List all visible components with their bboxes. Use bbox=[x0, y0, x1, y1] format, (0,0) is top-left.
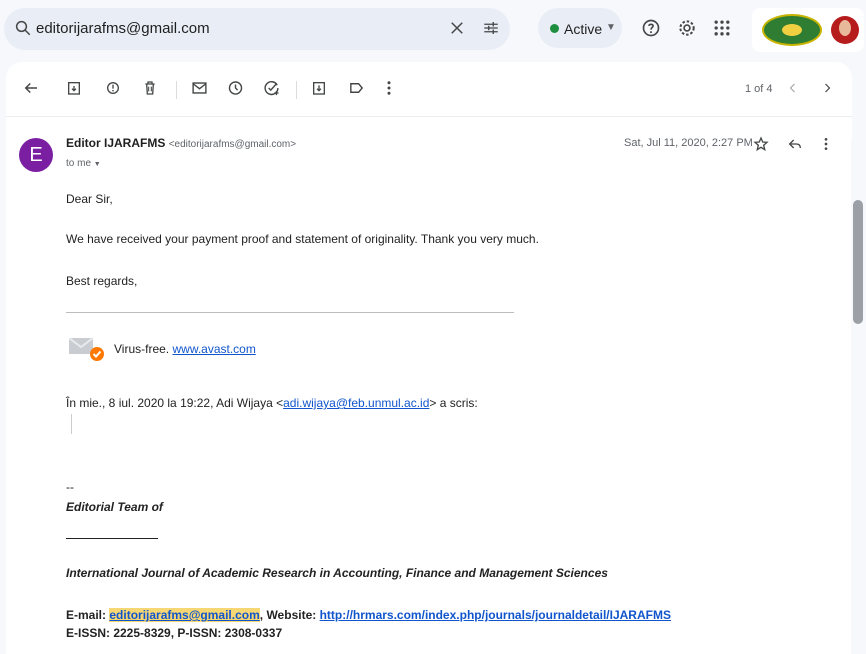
quote-intro-suffix: > a scris: bbox=[429, 396, 478, 410]
organization-logo[interactable] bbox=[762, 14, 822, 46]
scrollbar-thumb[interactable] bbox=[853, 200, 863, 324]
search-bar[interactable]: editorijarafms@gmail.com bbox=[4, 8, 510, 50]
back-arrow-icon[interactable] bbox=[22, 79, 40, 102]
reply-icon[interactable] bbox=[787, 136, 803, 157]
quote-intro-prefix: În mie., 8 iul. 2020 la 19:22, Adi Wijay… bbox=[66, 396, 284, 410]
quote-intro: În mie., 8 iul. 2020 la 19:22, Adi Wijay… bbox=[66, 396, 478, 410]
toolbar-divider bbox=[176, 81, 177, 99]
avast-mail-icon[interactable] bbox=[68, 332, 104, 361]
help-icon[interactable] bbox=[641, 18, 661, 43]
status-selector[interactable]: Active ▼ bbox=[538, 8, 622, 48]
signature-contact: E-mail: editorijarafms@gmail.com, Websit… bbox=[66, 608, 671, 622]
virus-free-text: Virus-free. bbox=[114, 342, 170, 356]
mark-unread-icon[interactable] bbox=[191, 79, 208, 102]
recipient-line[interactable]: to me ▼ bbox=[66, 158, 101, 169]
message-toolbar: 1 of 4 bbox=[6, 62, 852, 117]
signature-website-link[interactable]: http://hrmars.com/index.php/journals/jou… bbox=[320, 608, 671, 622]
chevron-right-icon[interactable] bbox=[821, 81, 833, 100]
divider bbox=[66, 312, 514, 313]
greeting-text: Dear Sir, bbox=[66, 192, 113, 206]
signature-issn: E-ISSN: 2225-8329, P-ISSN: 2308-0337 bbox=[66, 626, 283, 640]
sender-name[interactable]: Editor IJARAFMS bbox=[66, 136, 165, 150]
chevron-down-icon[interactable]: ▼ bbox=[94, 161, 101, 168]
search-options-icon[interactable] bbox=[482, 19, 500, 42]
account-area[interactable] bbox=[752, 8, 864, 52]
quote-email-link[interactable]: adi.wijaya@feb.unmul.ac.id bbox=[283, 396, 429, 410]
top-bar: editorijarafms@gmail.com Active ▼ bbox=[0, 0, 866, 56]
clear-search-icon[interactable] bbox=[448, 19, 466, 42]
recipient-label: to me bbox=[66, 158, 92, 169]
apps-grid-icon[interactable] bbox=[712, 18, 732, 43]
quote-bar bbox=[71, 414, 72, 434]
gear-icon[interactable] bbox=[677, 18, 697, 43]
status-label: Active bbox=[564, 21, 603, 37]
sender-avatar[interactable]: E bbox=[19, 138, 53, 172]
snooze-clock-icon[interactable] bbox=[227, 79, 244, 102]
message-panel: 1 of 4 E Editor IJARAFMS <editorijarafms… bbox=[6, 62, 852, 654]
signature-email-label: E-mail: bbox=[66, 608, 107, 622]
add-task-icon[interactable] bbox=[263, 79, 280, 102]
signature-team: Editorial Team of bbox=[66, 500, 163, 514]
scrollbar[interactable] bbox=[851, 140, 866, 654]
more-vertical-icon[interactable] bbox=[384, 79, 394, 102]
avatar[interactable] bbox=[831, 16, 859, 44]
sender-address: <editorijarafms@gmail.com> bbox=[168, 139, 297, 150]
avast-link[interactable]: www.avast.com bbox=[172, 342, 255, 356]
body-paragraph: We have received your payment proof and … bbox=[66, 232, 539, 246]
status-dot-icon bbox=[550, 24, 559, 33]
move-to-icon[interactable] bbox=[311, 79, 327, 102]
signature-website-label: , Website: bbox=[259, 608, 317, 622]
toolbar-divider bbox=[296, 81, 297, 99]
search-icon[interactable] bbox=[14, 19, 32, 42]
signoff-text: Best regards, bbox=[66, 274, 138, 288]
signature-email-link[interactable]: editorijarafms@gmail.com bbox=[109, 608, 260, 622]
email-date: Sat, Jul 11, 2020, 2:27 PM bbox=[624, 137, 753, 149]
signature-divider bbox=[66, 538, 158, 539]
trash-icon[interactable] bbox=[142, 79, 158, 102]
chevron-down-icon: ▼ bbox=[606, 22, 616, 33]
archive-icon[interactable] bbox=[66, 79, 82, 102]
pagination-count: 1 of 4 bbox=[745, 83, 773, 95]
report-spam-icon[interactable] bbox=[105, 79, 121, 102]
sender-line: Editor IJARAFMS <editorijarafms@gmail.co… bbox=[66, 136, 296, 150]
star-icon[interactable] bbox=[753, 136, 769, 157]
signature-journal: International Journal of Academic Resear… bbox=[66, 566, 608, 580]
label-icon[interactable] bbox=[348, 79, 365, 102]
more-vertical-icon[interactable] bbox=[821, 136, 831, 157]
virus-free-line: Virus-free. www.avast.com bbox=[114, 342, 256, 356]
chevron-left-icon[interactable] bbox=[787, 81, 799, 100]
signature-dash: -- bbox=[66, 480, 74, 494]
search-input[interactable]: editorijarafms@gmail.com bbox=[36, 20, 210, 37]
